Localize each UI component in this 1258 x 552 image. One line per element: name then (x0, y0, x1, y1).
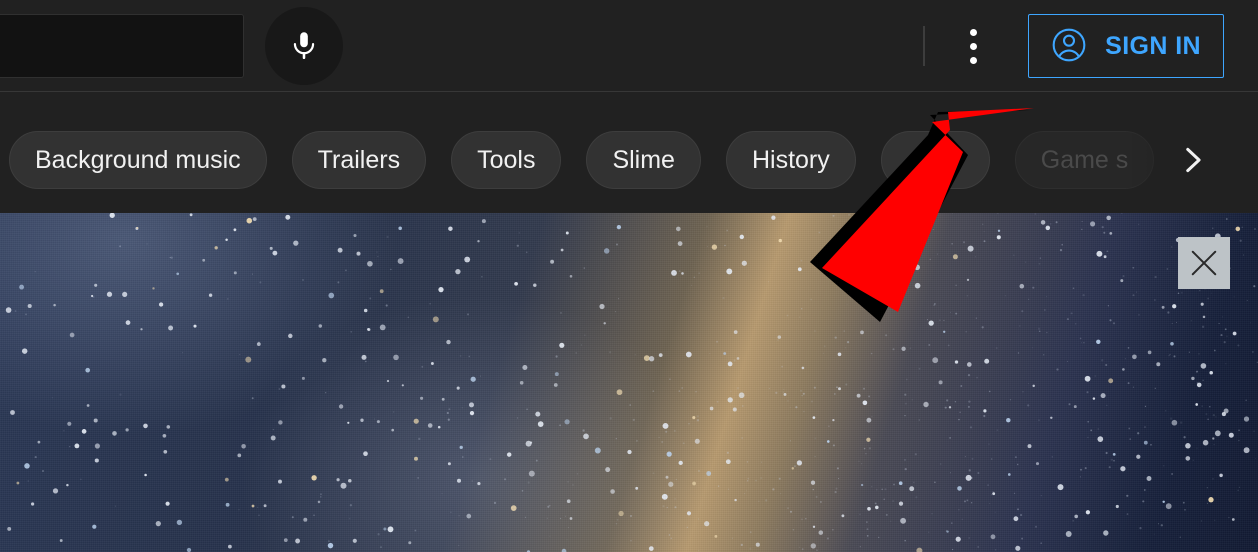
search-input[interactable] (0, 15, 243, 77)
sign-in-label: SIGN IN (1105, 31, 1201, 60)
header-right-controls: SIGN IN (923, 0, 1224, 92)
youtube-page: SIGN IN Background music Trailers Tools … (0, 0, 1258, 552)
header-divider (923, 26, 926, 66)
more-vertical-icon[interactable] (951, 22, 995, 70)
voice-search-button[interactable] (265, 7, 343, 85)
close-icon[interactable] (1178, 237, 1230, 289)
account-circle-icon (1049, 25, 1089, 68)
kebab-dot (969, 42, 977, 50)
banner-starfield (5, 213, 1258, 552)
promo-banner[interactable] (0, 213, 1258, 552)
sign-in-button[interactable]: SIGN IN (1028, 14, 1224, 78)
chip-games[interactable]: Game s (1014, 131, 1155, 189)
search-box (0, 14, 244, 78)
microphone-icon (287, 28, 321, 65)
kebab-dot (969, 56, 977, 64)
filter-chips-bar: Background music Trailers Tools Slime Hi… (0, 92, 1258, 213)
chip-slime[interactable]: Slime (586, 131, 701, 189)
kebab-dot (969, 28, 977, 36)
chip-history[interactable]: History (725, 131, 856, 189)
filter-chips-row: Background music Trailers Tools Slime Hi… (9, 131, 1155, 189)
masthead-header: SIGN IN (0, 0, 1258, 92)
chevron-right-icon[interactable] (1160, 128, 1224, 192)
chip-trailers[interactable]: Trailers (291, 131, 427, 189)
chip-tools[interactable]: Tools (451, 131, 562, 189)
chip-fighter[interactable]: ghter (880, 131, 990, 189)
chip-background-music[interactable]: Background music (9, 131, 267, 189)
